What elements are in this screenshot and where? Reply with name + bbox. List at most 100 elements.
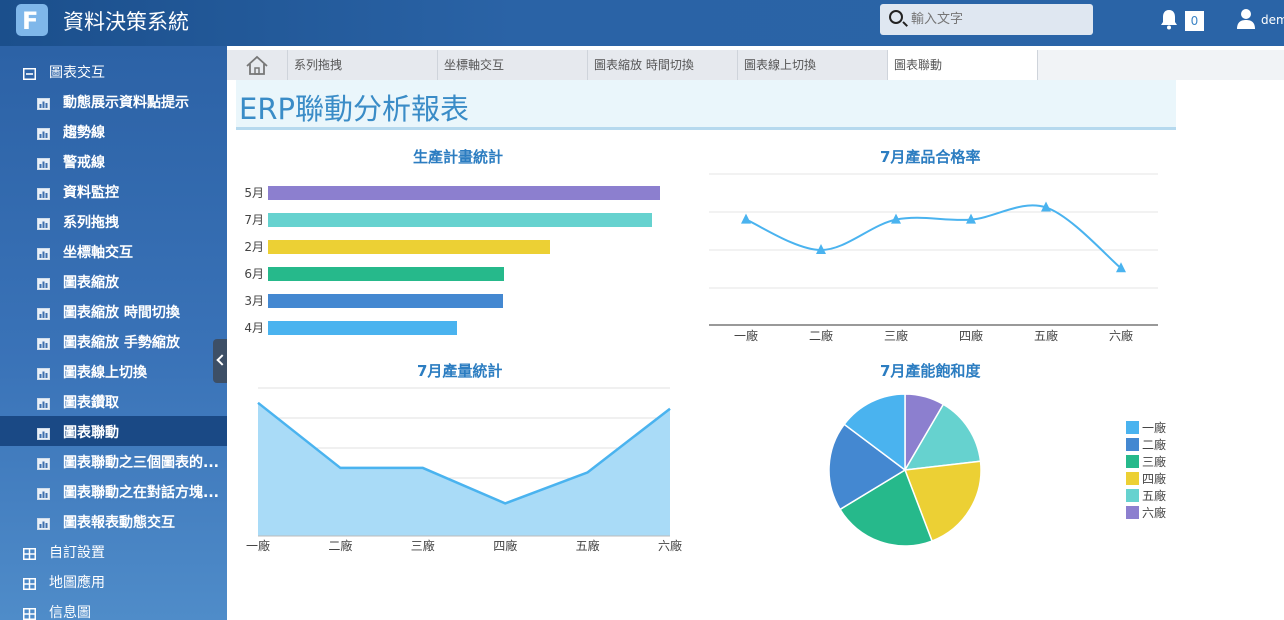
- chart-icon: [37, 365, 50, 380]
- bar-3[interactable]: [268, 267, 504, 281]
- line-point-4[interactable]: [1041, 201, 1051, 212]
- sidebar-item-label: 圖表聯動之在對話方塊...: [63, 485, 219, 501]
- tab[interactable]: 圖表縮放 時間切換: [588, 50, 738, 80]
- sidebar-item-label: 警戒線: [63, 155, 105, 171]
- pie-slice-2[interactable]: [839, 468, 934, 547]
- chart-icon: [37, 485, 50, 500]
- sidebar-group[interactable]: 信息圖: [0, 596, 227, 620]
- tab[interactable]: 坐標軸交互: [438, 50, 588, 80]
- user-icon[interactable]: [1236, 8, 1256, 30]
- username[interactable]: demo: [1261, 13, 1284, 27]
- sidebar-item[interactable]: 圖表線上切換: [0, 356, 227, 386]
- legend-label: 三廠: [1142, 454, 1166, 469]
- sidebar-item[interactable]: 警戒線: [0, 146, 227, 176]
- sidebar-item[interactable]: 圖表縮放: [0, 266, 227, 296]
- sidebar-item[interactable]: 系列拖拽: [0, 206, 227, 236]
- legend-label: 二廠: [1142, 437, 1166, 452]
- bar-0[interactable]: [268, 186, 660, 200]
- search-box[interactable]: [880, 4, 1093, 35]
- legend-swatch[interactable]: [1126, 472, 1139, 485]
- bell-icon[interactable]: [1159, 8, 1179, 30]
- app-header: F 資料決策系統 0 demo: [0, 0, 1284, 46]
- sidebar-group-chart-interaction[interactable]: 圖表交互: [0, 56, 227, 86]
- logo-letter: F: [22, 7, 39, 35]
- bar-4[interactable]: [268, 294, 503, 308]
- sidebar-item-label: 坐標軸交互: [63, 245, 133, 261]
- bar-5[interactable]: [268, 321, 457, 335]
- legend-swatch[interactable]: [1126, 421, 1139, 434]
- chart-icon: [37, 455, 50, 470]
- sidebar-item-label: 圖表縮放 時間切換: [63, 305, 180, 321]
- pie-slice-3[interactable]: [903, 460, 982, 542]
- sidebar-item[interactable]: 圖表報表動態交互: [0, 506, 227, 536]
- sidebar-item[interactable]: 圖表縮放 時間切換: [0, 296, 227, 326]
- x-tick-label: 六廠: [1109, 328, 1133, 343]
- x-tick-label: 五廠: [576, 538, 600, 553]
- legend-swatch[interactable]: [1126, 455, 1139, 468]
- sidebar-item[interactable]: 坐標軸交互: [0, 236, 227, 266]
- sidebar-item-label: 動態展示資料點提示: [63, 95, 189, 111]
- report-header: ERP聯動分析報表: [236, 80, 1176, 130]
- report-title: ERP聯動分析報表: [239, 92, 469, 126]
- tab-home[interactable]: [227, 50, 288, 80]
- pie-slice-4[interactable]: [903, 403, 982, 471]
- chart-icon: [37, 185, 50, 200]
- sidebar-collapse-handle[interactable]: [213, 339, 227, 383]
- pie-slice-5[interactable]: [904, 393, 945, 473]
- line-point-1[interactable]: [816, 244, 826, 254]
- app-logo[interactable]: F: [16, 4, 48, 36]
- pie-slice-1[interactable]: [828, 423, 907, 511]
- x-tick-label: 二廠: [809, 328, 833, 343]
- x-tick-label: 四廠: [493, 538, 517, 553]
- sidebar-group[interactable]: 地圖應用: [0, 566, 227, 596]
- chart-icon: [37, 305, 50, 320]
- chart-title-qualified-rate: 7月產品合格率: [880, 148, 981, 166]
- search-icon[interactable]: [889, 10, 903, 24]
- tab[interactable]: 圖表線上切換: [738, 50, 888, 80]
- bar-category-label: 7月: [244, 213, 264, 227]
- line-point-0[interactable]: [741, 213, 751, 224]
- sidebar-item-label: 自訂設置: [49, 545, 105, 561]
- legend-swatch[interactable]: [1126, 506, 1139, 519]
- sidebar-item[interactable]: 圖表縮放 手勢縮放: [0, 326, 227, 356]
- sidebar-item-label: 圖表報表動態交互: [63, 515, 175, 531]
- sidebar-item[interactable]: 圖表聯動之三個圖表的...: [0, 446, 227, 476]
- sidebar-item[interactable]: 圖表聯動之在對話方塊...: [0, 476, 227, 506]
- collapse-icon: [23, 65, 36, 80]
- chart-icon: [37, 125, 50, 140]
- bar-1[interactable]: [268, 213, 652, 227]
- legend-swatch[interactable]: [1126, 438, 1139, 451]
- sidebar-group[interactable]: 自訂設置: [0, 536, 227, 566]
- sidebar-item-label: 圖表聯動之三個圖表的...: [63, 455, 219, 471]
- legend-swatch[interactable]: [1126, 489, 1139, 502]
- home-icon[interactable]: [227, 50, 288, 80]
- tab[interactable]: 系列拖拽: [288, 50, 438, 80]
- sidebar-item[interactable]: 資料監控: [0, 176, 227, 206]
- bar-2[interactable]: [268, 240, 550, 254]
- line-point-2[interactable]: [891, 213, 901, 224]
- chart-icon: [37, 395, 50, 410]
- chart-icon: [37, 95, 50, 110]
- x-tick-label: 一廠: [246, 538, 270, 553]
- chart-title-production-plan: 生產計畫統計: [413, 148, 504, 166]
- sidebar-item-label: 資料監控: [63, 185, 119, 201]
- line-point-3[interactable]: [966, 213, 976, 224]
- app-title: 資料決策系統: [63, 10, 189, 34]
- chart-title-capacity: 7月產能飽和度: [880, 362, 981, 380]
- expand-grid-icon: [23, 545, 36, 560]
- pie-slice-0[interactable]: [843, 393, 906, 472]
- sidebar-item[interactable]: 圖表聯動: [0, 416, 227, 446]
- sidebar-item[interactable]: 動態展示資料點提示: [0, 86, 227, 116]
- expand-grid-icon: [23, 605, 36, 620]
- sidebar-item[interactable]: 圖表鑽取: [0, 386, 227, 416]
- line-point-5[interactable]: [1116, 262, 1126, 273]
- notification-badge[interactable]: 0: [1185, 11, 1204, 31]
- search-input[interactable]: [911, 10, 1081, 28]
- expand-grid-icon: [23, 575, 36, 590]
- legend-label: 四廠: [1142, 471, 1166, 486]
- legend-label: 五廠: [1142, 488, 1166, 503]
- tab[interactable]: 圖表聯動: [888, 50, 1038, 80]
- chart-icon: [37, 245, 50, 260]
- sidebar-item[interactable]: 趨勢線: [0, 116, 227, 146]
- sidebar: 圖表交互動態展示資料點提示趨勢線警戒線資料監控系列拖拽坐標軸交互圖表縮放圖表縮放…: [0, 46, 227, 620]
